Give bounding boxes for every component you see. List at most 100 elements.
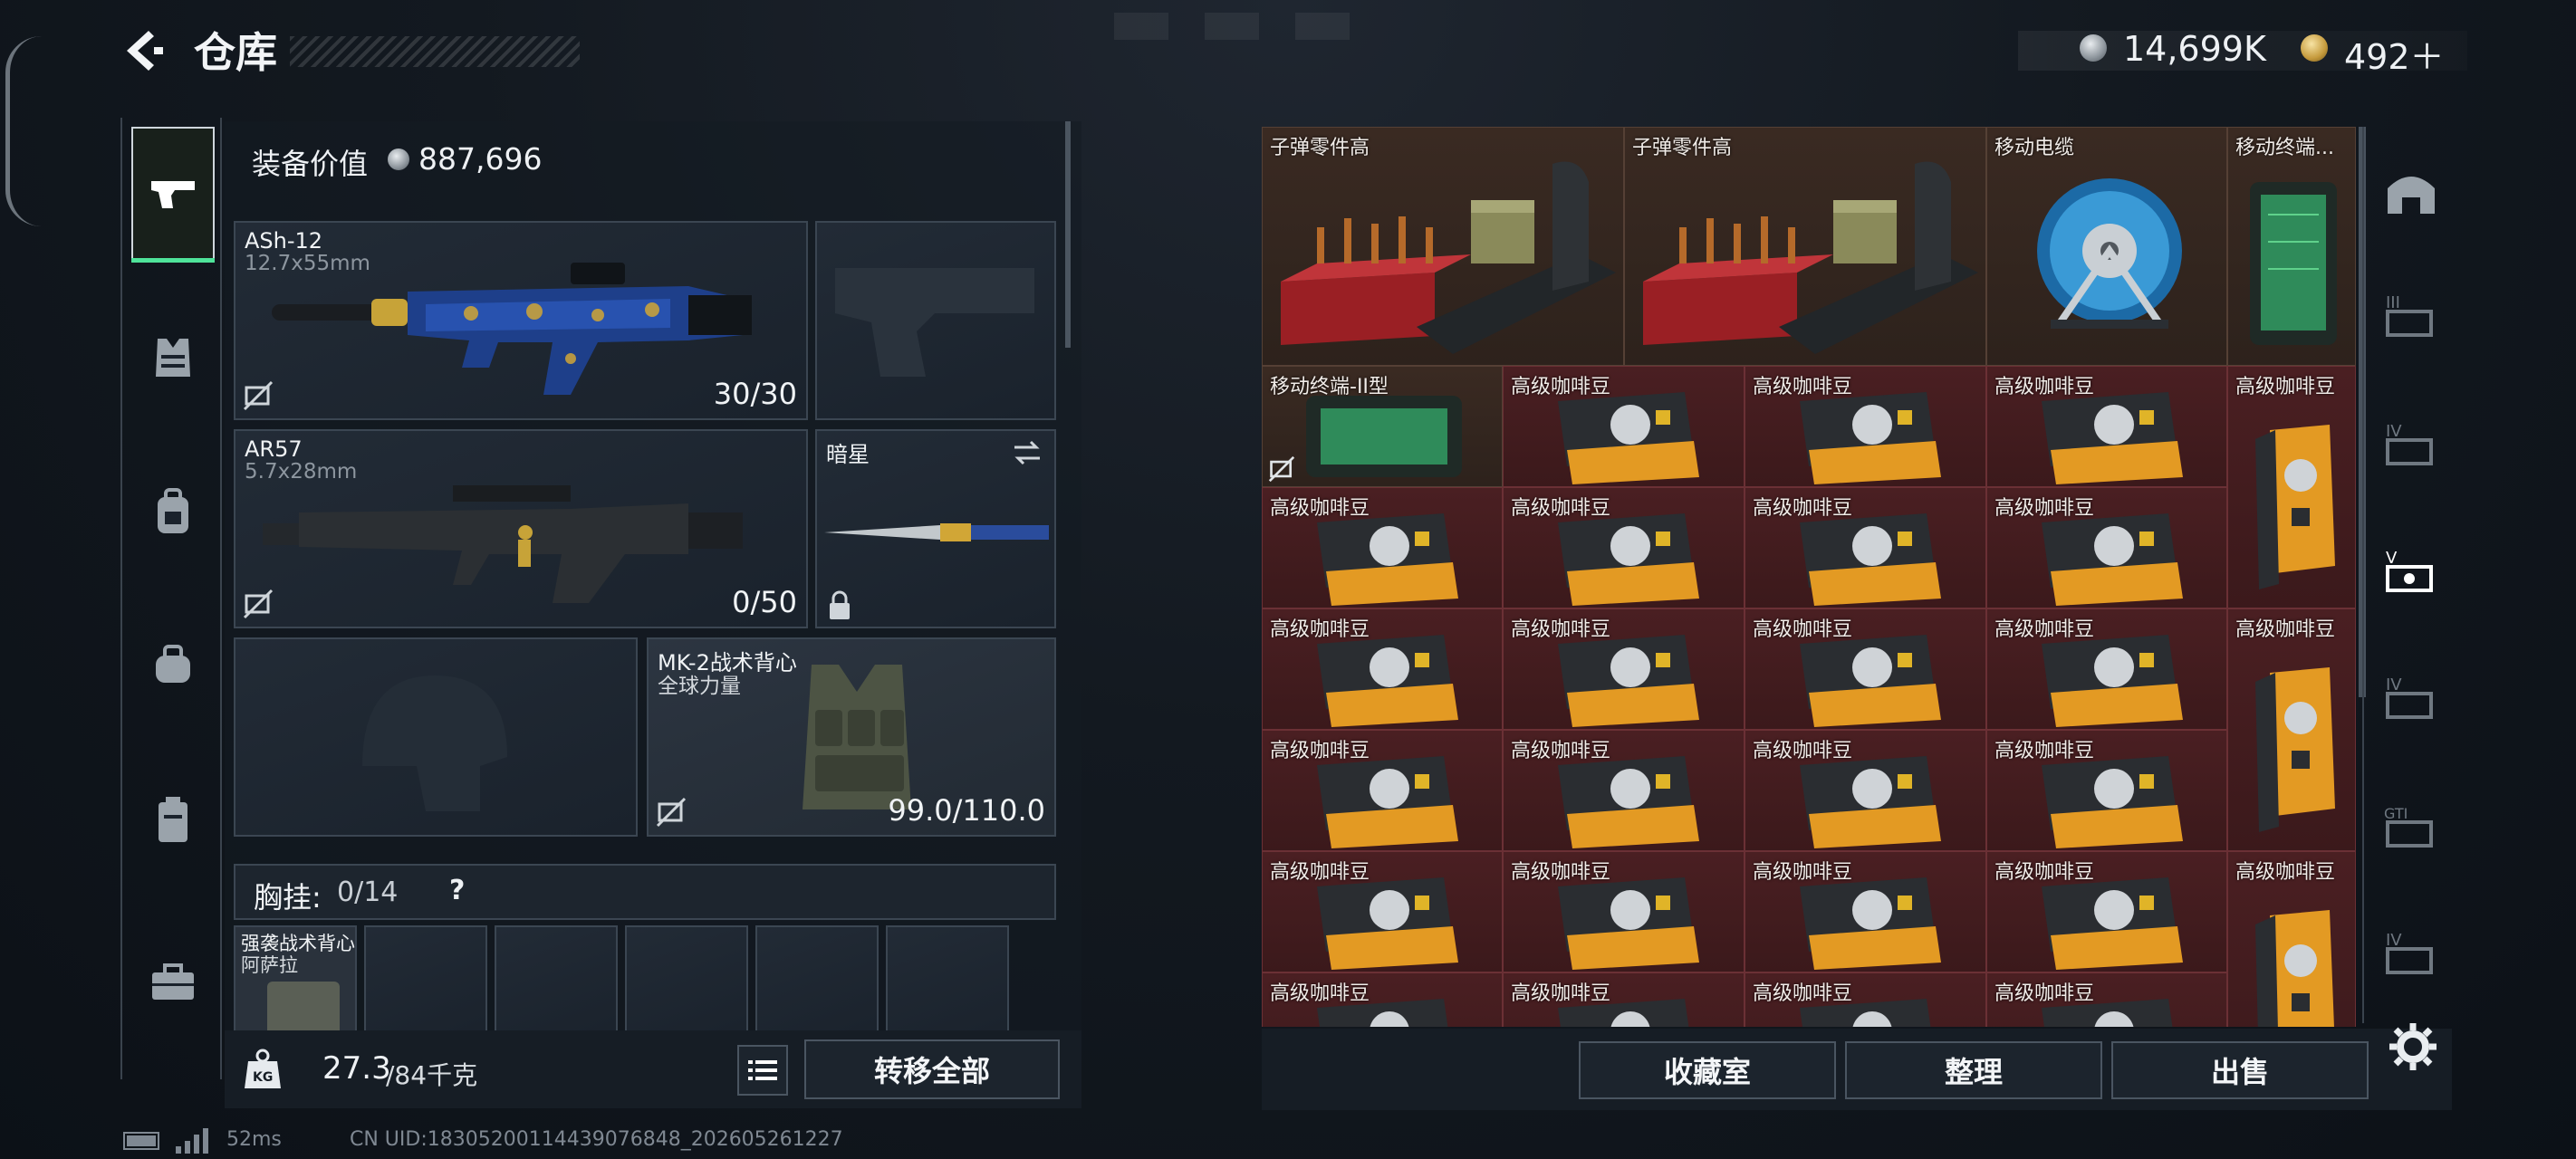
- help-button[interactable]: ?: [449, 875, 465, 906]
- equipment-nav: [120, 118, 222, 1079]
- svg-text:IV: IV: [2386, 675, 2402, 694]
- list-view-button[interactable]: [737, 1045, 788, 1096]
- stash-item-coffee[interactable]: 高级咖啡豆: [1262, 487, 1503, 608]
- item-name: 高级咖啡豆: [1994, 740, 2095, 762]
- rig-slot-empty[interactable]: [495, 925, 618, 1043]
- stash-item-mobile-cable[interactable]: 移动电缆: [1986, 127, 2227, 366]
- nav-backpack[interactable]: [131, 444, 215, 580]
- stash-item-coffee[interactable]: 高级咖啡豆: [1986, 487, 2227, 608]
- settings-icon[interactable]: [2388, 1021, 2438, 1072]
- rig-slot-empty[interactable]: [755, 925, 879, 1043]
- item-name: 高级咖啡豆: [1753, 376, 1853, 398]
- rig-slot-empty[interactable]: [625, 925, 748, 1043]
- nav-armor[interactable]: [131, 290, 215, 426]
- item-name: 高级咖啡豆: [1994, 376, 2095, 398]
- stash-item-coffee[interactable]: 高级咖啡豆: [1262, 972, 1503, 1027]
- coffee-bag-image: [2255, 425, 2335, 589]
- container-4-icon[interactable]: IV: [2382, 415, 2440, 473]
- stash-item-ammo-parts[interactable]: 子弹零件高: [1262, 127, 1624, 366]
- stash-item-coffee[interactable]: 高级咖啡豆: [1262, 851, 1503, 972]
- nav-bag[interactable]: [131, 598, 215, 733]
- stash-item-ammo-parts[interactable]: 子弹零件高: [1624, 127, 1986, 366]
- stash-item-coffee[interactable]: 高级咖啡豆: [1262, 608, 1503, 730]
- rig-slot-empty[interactable]: [364, 925, 487, 1043]
- svg-text:IV: IV: [2386, 931, 2402, 950]
- stash-item-coffee[interactable]: 高级咖啡豆: [1986, 851, 2227, 972]
- rig-item-image: [267, 982, 340, 1036]
- terminal-image: [2250, 182, 2337, 345]
- stash-item-coffee[interactable]: 高级咖啡豆: [1503, 730, 1745, 851]
- chest-rig-bar: 胸挂: 0/14 ?: [234, 864, 1056, 920]
- container-4c-icon[interactable]: IV: [2382, 924, 2440, 982]
- stash-item-coffee[interactable]: 高级咖啡豆: [1986, 972, 2227, 1027]
- nav-case[interactable]: [131, 752, 215, 887]
- sort-button[interactable]: 整理: [1845, 1041, 2102, 1099]
- rig-item-slot[interactable]: 强袭战术背心 阿萨拉: [234, 925, 357, 1043]
- helmet-slot-empty[interactable]: [234, 637, 638, 837]
- item-name: 高级咖啡豆: [2235, 861, 2336, 884]
- melee-slot[interactable]: 暗星: [815, 429, 1056, 628]
- weight-icon: KG: [245, 1049, 281, 1088]
- item-name: 高级咖啡豆: [2235, 376, 2336, 398]
- item-name: 高级咖啡豆: [1753, 982, 1853, 1005]
- chest-rig-capacity: 0/14: [337, 876, 399, 908]
- currency-gold[interactable]: 492＋: [2344, 29, 2445, 79]
- stash-item-coffee[interactable]: 高级咖啡豆: [1745, 487, 1986, 608]
- status-footer: 52ms CN UID:18305200114439076848_2026052…: [0, 1123, 2576, 1159]
- stash-item-coffee[interactable]: 高级咖啡豆: [1503, 851, 1745, 972]
- transfer-all-button[interactable]: 转移全部: [804, 1039, 1060, 1099]
- panel-scrollbar[interactable]: [1065, 121, 1071, 348]
- pistol-slot-empty[interactable]: [815, 221, 1056, 420]
- item-name: 高级咖啡豆: [1511, 618, 1611, 641]
- container-3-icon[interactable]: III: [2382, 286, 2440, 344]
- swap-icon[interactable]: [1011, 438, 1043, 467]
- stash-item-coffee[interactable]: 高级咖啡豆: [1503, 972, 1745, 1027]
- equipment-panel: 装备价值 887,696 ASh-12 12.7x55mm 30/30 AR57…: [225, 121, 1081, 1108]
- weight-current: 27.3: [322, 1050, 391, 1087]
- stash-item-coffee[interactable]: 高级咖啡豆: [1503, 487, 1745, 608]
- no-transfer-icon: [656, 797, 687, 828]
- stash-item-coffee[interactable]: 高级咖啡豆: [1503, 366, 1745, 487]
- container-5-icon[interactable]: V: [2382, 541, 2440, 599]
- stash-item-coffee[interactable]: 高级咖啡豆: [1986, 730, 2227, 851]
- armor-slot[interactable]: MK-2战术背心 全球力量 99.0/110.0: [647, 637, 1056, 837]
- ping-value: 52ms: [226, 1128, 282, 1151]
- lock-icon: [830, 590, 850, 619]
- sell-button[interactable]: 出售: [2111, 1041, 2369, 1099]
- stash-item-coffee-vertical[interactable]: 高级咖啡豆: [2227, 366, 2356, 608]
- stash-item-coffee[interactable]: 高级咖啡豆: [1745, 972, 1986, 1027]
- svg-text:III: III: [2386, 293, 2400, 312]
- back-arrow-icon[interactable]: [118, 25, 168, 76]
- stash-item-mobile-terminal[interactable]: 移动终端...: [2227, 127, 2356, 366]
- stash-item-coffee[interactable]: 高级咖啡豆: [1262, 730, 1503, 851]
- header-glare: [1114, 13, 1350, 40]
- case-icon: [159, 797, 187, 842]
- rig-slot-empty[interactable]: [886, 925, 1009, 1043]
- stash-item-coffee[interactable]: 高级咖啡豆: [1745, 366, 1986, 487]
- item-name: 子弹零件高: [1632, 137, 1733, 159]
- primary-weapon-slot[interactable]: ASh-12 12.7x55mm 30/30: [234, 221, 808, 420]
- secondary-weapon-slot[interactable]: AR57 5.7x28mm 0/50: [234, 429, 808, 628]
- no-transfer-icon: [1268, 455, 1295, 483]
- stash-item-coffee[interactable]: 高级咖啡豆: [1986, 608, 2227, 730]
- nav-weapons[interactable]: [131, 127, 215, 263]
- stash-item-mobile-terminal-ii[interactable]: 移动终端-II型: [1262, 366, 1503, 487]
- stash-item-coffee[interactable]: 高级咖啡豆: [1745, 608, 1986, 730]
- container-4b-icon[interactable]: IV: [2382, 668, 2440, 726]
- collection-button[interactable]: 收藏室: [1579, 1041, 1836, 1099]
- coffee-bag-image: [2255, 667, 2335, 832]
- stash-item-coffee[interactable]: 高级咖啡豆: [1745, 730, 1986, 851]
- gti-icon[interactable]: GTI: [2382, 797, 2440, 855]
- stash-item-coffee[interactable]: 高级咖啡豆: [1986, 366, 2227, 487]
- helmet-placeholder-icon: [362, 675, 507, 811]
- svg-text:GTI: GTI: [2384, 805, 2408, 822]
- weapon-name: AR57: [245, 436, 303, 462]
- stash-item-coffee-vertical[interactable]: 高级咖啡豆: [2227, 851, 2356, 1027]
- stash-item-coffee-vertical[interactable]: 高级咖啡豆: [2227, 608, 2356, 851]
- arch-icon[interactable]: [2382, 163, 2440, 221]
- nav-tools[interactable]: [131, 915, 215, 1050]
- stash-item-coffee[interactable]: 高级咖啡豆: [1503, 608, 1745, 730]
- rifle-ash12-image: [272, 263, 752, 395]
- stash-item-coffee[interactable]: 高级咖啡豆: [1745, 851, 1986, 972]
- item-name: 高级咖啡豆: [1511, 497, 1611, 520]
